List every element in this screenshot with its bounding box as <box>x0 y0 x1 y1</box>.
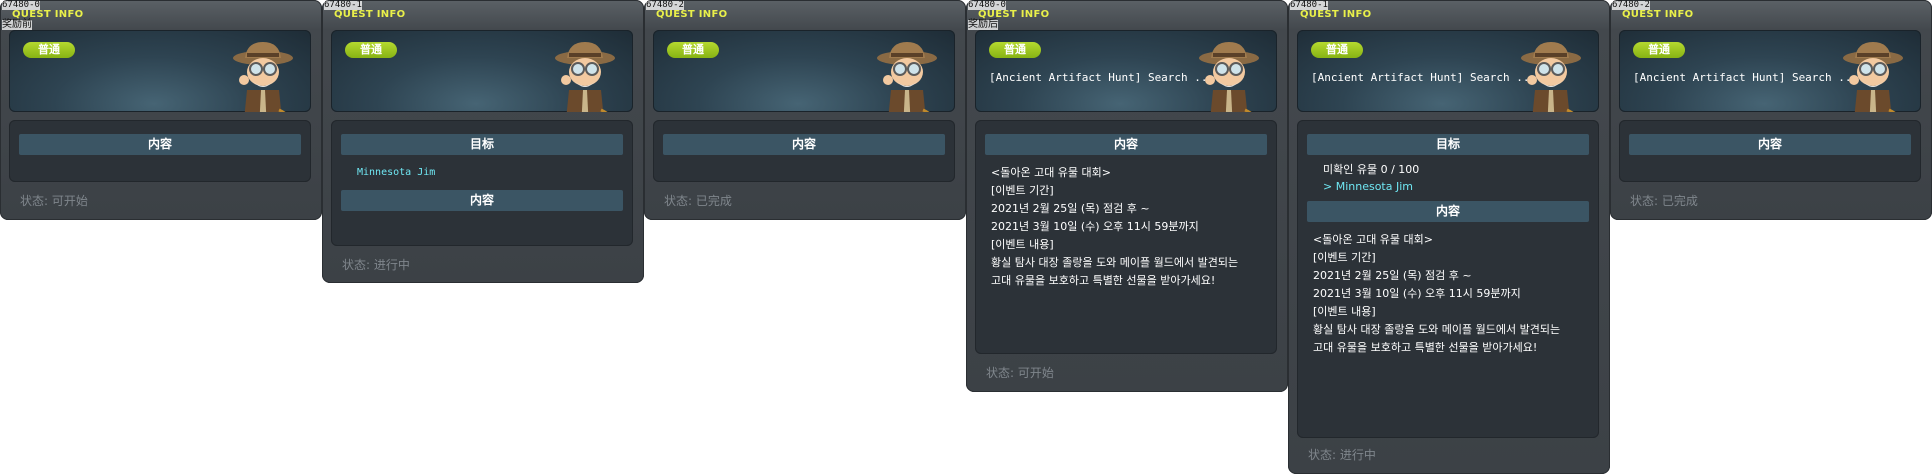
npc-explorer-icon <box>1841 40 1905 112</box>
content-section-header: 内容 <box>663 134 945 155</box>
quest-body: 内容 <돌아온 고대 유물 대회> [이벤트 기간] 2021년 2월 25일 … <box>975 120 1277 354</box>
content-section-header: 内容 <box>341 190 623 211</box>
quest-panel-6: 67480-2 QUEST INFO 普通 [Ancient Artifact … <box>1610 0 1932 220</box>
status-label: 状态: <box>986 366 1015 380</box>
npc-explorer-icon <box>875 40 939 112</box>
status-label: 状态: <box>20 194 49 208</box>
goal-section-header: 目标 <box>1307 134 1589 155</box>
status-value: 进行中 <box>1339 448 1376 462</box>
content-line: <돌아온 고대 유물 대회> <box>991 166 1112 179</box>
quest-panel-3: 67480-2 QUEST INFO 普通 内容 状态: 已完成 <box>644 0 966 220</box>
quest-info-header: QUEST INFO <box>334 9 406 20</box>
content-section-header: 内容 <box>1307 201 1589 222</box>
status-value: 可开始 <box>1017 366 1054 380</box>
status-value: 进行中 <box>373 258 410 272</box>
npc-explorer-icon <box>553 40 617 112</box>
npc-explorer-icon <box>231 40 295 112</box>
npc-link[interactable]: > Minnesota Jim <box>1297 179 1599 195</box>
content-line: 2021년 3월 10일 (수) 오후 11시 59분까지 <box>1313 287 1521 300</box>
quest-body: 内容 <box>653 120 955 182</box>
quest-panel-2: 67480-1 QUEST INFO 普通 目标 Minnesota Jim 内… <box>322 0 644 283</box>
content-line: 고대 유물을 보호하고 특별한 선물을 받아가세요! <box>1313 341 1538 354</box>
quest-info-header: QUEST INFO <box>1300 9 1372 20</box>
content-line: 고대 유물을 보호하고 특별한 선물을 받아가세요! <box>991 274 1216 287</box>
content-section-header: 内容 <box>1629 134 1911 155</box>
quest-status: 状态: 可开始 <box>986 364 1054 381</box>
status-label: 状态: <box>342 258 371 272</box>
quest-status: 状态: 已完成 <box>1630 192 1698 209</box>
npc-link[interactable]: Minnesota Jim <box>331 167 633 178</box>
difficulty-badge: 普通 <box>1633 42 1685 58</box>
quest-body: 内容 <box>1619 120 1921 182</box>
quest-banner: 普通 [Ancient Artifact Hunt] Search .. <box>1619 30 1921 112</box>
quest-info-header: QUEST INFO <box>1622 9 1694 20</box>
content-line: 2021년 2월 25일 (목) 점검 후 ~ <box>1313 269 1472 282</box>
content-line: [이벤트 내용] <box>991 238 1054 251</box>
goal-section-header: 目标 <box>341 134 623 155</box>
quest-body: 目标 Minnesota Jim 内容 <box>331 120 633 246</box>
difficulty-badge: 普通 <box>667 42 719 58</box>
difficulty-badge: 普通 <box>23 42 75 58</box>
status-label: 状态: <box>664 194 693 208</box>
content-line: 2021년 2월 25일 (목) 점검 후 ~ <box>991 202 1150 215</box>
quest-status: 状态: 进行中 <box>1308 446 1376 463</box>
quest-panel-1: 67480-0 QUEST INFO 奖励前 普通 内容 状态: 可开始 <box>0 0 322 220</box>
content-line: 황실 탐사 대장 졸랑을 도와 메이플 월드에서 발견되는 <box>1313 323 1561 336</box>
npc-explorer-icon <box>1197 40 1261 112</box>
difficulty-badge: 普通 <box>345 42 397 58</box>
status-value: 已完成 <box>1661 194 1698 208</box>
quest-info-header: QUEST INFO <box>656 9 728 20</box>
quest-status: 状态: 已完成 <box>664 192 732 209</box>
quest-banner: 普通 <box>331 30 633 112</box>
content-line: 황실 탐사 대장 졸랑을 도와 메이플 월드에서 발견되는 <box>991 256 1239 269</box>
quest-panel-5: 67480-1 QUEST INFO 普通 [Ancient Artifact … <box>1288 0 1610 474</box>
quest-banner: 普通 [Ancient Artifact Hunt] Search .. <box>1297 30 1599 112</box>
quest-body: 目标 미확인 유물 0 / 100 > Minnesota Jim 内容 <돌아… <box>1297 120 1599 438</box>
objective-progress: 미확인 유물 0 / 100 <box>1323 163 1420 176</box>
npc-explorer-icon <box>1519 40 1583 112</box>
difficulty-badge: 普通 <box>1311 42 1363 58</box>
status-label: 状态: <box>1308 448 1337 462</box>
content-line: <돌아온 고대 유물 대회> <box>1313 233 1434 246</box>
content-line: 2021년 3월 10일 (수) 오후 11시 59분까지 <box>991 220 1199 233</box>
panel-subtitle: 奖励后 <box>968 19 998 30</box>
quest-banner: 普通 <box>9 30 311 112</box>
quest-title: [Ancient Artifact Hunt] Search .. <box>1311 71 1530 84</box>
quest-title: [Ancient Artifact Hunt] Search .. <box>1633 71 1852 84</box>
quest-title: [Ancient Artifact Hunt] Search .. <box>989 71 1208 84</box>
content-section-header: 内容 <box>985 134 1267 155</box>
status-label: 状态: <box>1630 194 1659 208</box>
quest-body: 内容 <box>9 120 311 182</box>
content-section-header: 内容 <box>19 134 301 155</box>
content-line: [이벤트 기간] <box>1313 251 1376 264</box>
quest-panel-4: 67480-0 QUEST INFO 奖励后 普通 [Ancient Artif… <box>966 0 1288 392</box>
content-line: [이벤트 내용] <box>1313 305 1376 318</box>
content-line: [이벤트 기간] <box>991 184 1054 197</box>
quest-status: 状态: 进行中 <box>342 256 410 273</box>
status-value: 已完成 <box>695 194 732 208</box>
status-value: 可开始 <box>51 194 88 208</box>
quest-status: 状态: 可开始 <box>20 192 88 209</box>
panel-subtitle: 奖励前 <box>2 19 32 30</box>
quest-banner: 普通 [Ancient Artifact Hunt] Search .. <box>975 30 1277 112</box>
difficulty-badge: 普通 <box>989 42 1041 58</box>
quest-banner: 普通 <box>653 30 955 112</box>
